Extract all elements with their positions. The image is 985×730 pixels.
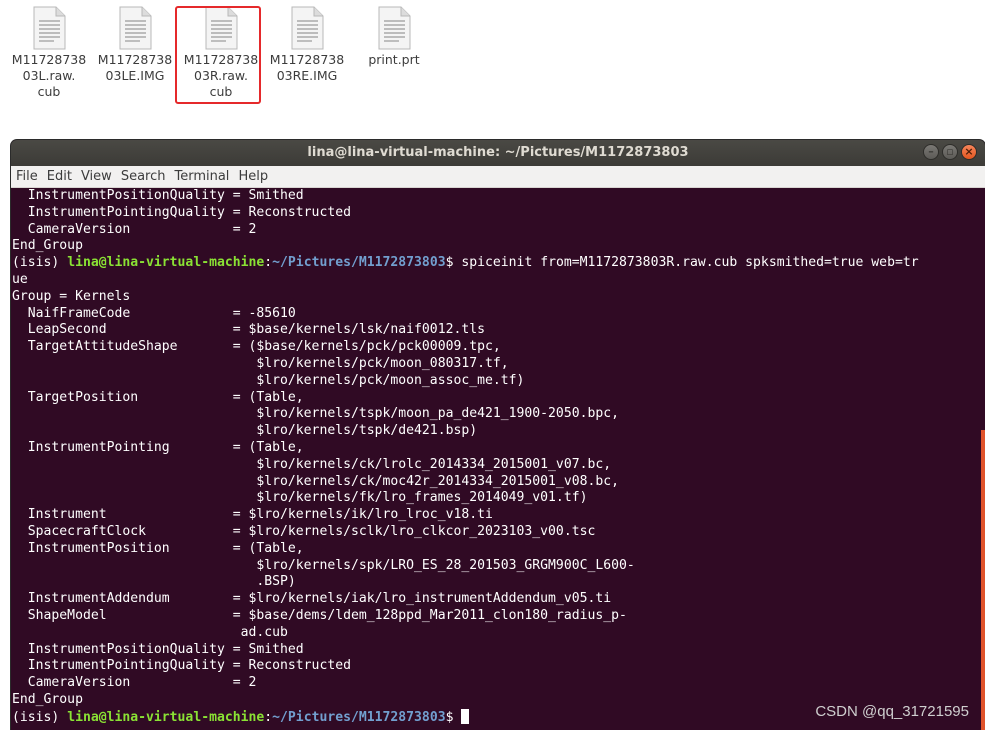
terminal-line: .BSP)	[12, 574, 296, 590]
terminal-menubar: File Edit View Search Terminal Help	[11, 166, 985, 188]
terminal-line: Group = Kernels	[12, 288, 131, 304]
terminal-line: InstrumentPosition = (Table,	[12, 540, 304, 556]
file-item[interactable]: print.prt	[353, 6, 435, 68]
terminal-line: ue	[12, 271, 28, 287]
file-name-label: M11728738 03RE.IMG	[269, 52, 345, 83]
terminal-window[interactable]: lina@lina-virtual-machine: ~/Pictures/M1…	[11, 140, 985, 730]
minimize-icon[interactable]: –	[923, 144, 939, 160]
terminal-line: End_Group	[12, 238, 83, 254]
window-title: lina@lina-virtual-machine: ~/Pictures/M1…	[307, 145, 689, 160]
menu-edit[interactable]: Edit	[47, 166, 77, 187]
terminal-line: $lro/kernels/ck/moc42r_2014334_2015001_v…	[12, 473, 619, 489]
prompt-env: (isis)	[12, 709, 68, 725]
terminal-line: TargetPosition = (Table,	[12, 389, 304, 405]
prompt-separator: :	[264, 709, 273, 725]
prompt-suffix: $	[445, 709, 462, 725]
terminal-line: InstrumentPositionQuality = Smithed	[12, 641, 304, 657]
terminal-line: CameraVersion = 2	[12, 221, 257, 237]
prompt-separator: :	[264, 255, 273, 271]
file-item[interactable]: M11728738 03L.raw. cub	[8, 6, 90, 100]
terminal-line: $lro/kernels/spk/LRO_ES_28_201503_GRGM90…	[12, 557, 635, 573]
terminal-line: $lro/kernels/tspk/moon_pa_de421_1900-205…	[12, 406, 619, 422]
menu-help[interactable]: Help	[238, 166, 273, 187]
file-item[interactable]: M11728738 03RE.IMG	[266, 6, 348, 84]
document-icon	[378, 6, 411, 50]
prompt-path: ~/Pictures/M1172873803	[272, 255, 446, 271]
document-icon	[291, 6, 324, 50]
window-controls: – ▫ ×	[923, 144, 977, 160]
terminal-line: NaifFrameCode = -85610	[12, 305, 296, 321]
file-name-label: M11728738 03L.raw. cub	[11, 52, 87, 99]
watermark: CSDN @qq_31721595	[815, 703, 969, 720]
terminal-titlebar[interactable]: lina@lina-virtual-machine: ~/Pictures/M1…	[11, 140, 985, 166]
scrollbar[interactable]	[981, 430, 985, 730]
menu-file[interactable]: File	[16, 166, 43, 187]
terminal-line: SpacecraftClock = $lro/kernels/sclk/lro_…	[12, 523, 596, 539]
terminal-line: CameraVersion = 2	[12, 675, 257, 691]
highlight-annotation	[175, 6, 261, 104]
terminal-line: $lro/kernels/ck/lrolc_2014334_2015001_v0…	[12, 456, 612, 472]
close-icon[interactable]: ×	[961, 144, 977, 160]
command-text: spiceinit from=M1172873803R.raw.cub spks…	[461, 255, 919, 271]
terminal-line: $lro/kernels/tspk/de421.bsp)	[12, 423, 478, 439]
terminal-line: $lro/kernels/pck/moon_assoc_me.tf)	[12, 372, 525, 388]
menu-view[interactable]: View	[81, 166, 117, 187]
terminal-line: ShapeModel = $base/dems/ldem_128ppd_Mar2…	[12, 607, 627, 623]
terminal-output[interactable]: InstrumentPositionQuality = Smithed Inst…	[11, 188, 985, 730]
desktop-file-area: M11728738 03L.raw. cub M11728738 03LE.IMG…	[0, 0, 985, 118]
file-name-label: M11728738 03LE.IMG	[97, 52, 173, 83]
prompt-suffix: $	[445, 255, 462, 271]
document-icon	[119, 6, 152, 50]
menu-terminal[interactable]: Terminal	[174, 166, 234, 187]
terminal-line: $lro/kernels/pck/moon_080317.tf,	[12, 355, 509, 371]
file-item[interactable]: M11728738 03LE.IMG	[94, 6, 176, 84]
maximize-icon[interactable]: ▫	[942, 144, 958, 160]
prompt-user: lina@lina-virtual-machine	[67, 709, 265, 725]
terminal-line: LeapSecond = $base/kernels/lsk/naif0012.…	[12, 322, 485, 338]
terminal-line: TargetAttitudeShape = ($base/kernels/pck…	[12, 339, 501, 355]
cursor	[461, 708, 470, 724]
terminal-line: $lro/kernels/fk/lro_frames_2014049_v01.t…	[12, 490, 588, 506]
terminal-line: InstrumentPointingQuality = Reconstructe…	[12, 658, 351, 674]
terminal-line: InstrumentPointing = (Table,	[12, 439, 304, 455]
menu-search[interactable]: Search	[121, 166, 171, 187]
document-icon	[33, 6, 66, 50]
prompt-env: (isis)	[12, 255, 68, 271]
terminal-line: InstrumentPositionQuality = Smithed	[12, 188, 304, 203]
prompt-user: lina@lina-virtual-machine	[67, 255, 265, 271]
prompt-line: (isis) lina@lina-virtual-machine:~/Pictu…	[12, 255, 973, 272]
terminal-line: Instrument = $lro/kernels/ik/lro_lroc_v1…	[12, 507, 493, 523]
file-name-label: print.prt	[368, 52, 420, 67]
terminal-line: InstrumentPointingQuality = Reconstructe…	[12, 204, 351, 220]
prompt-path: ~/Pictures/M1172873803	[272, 709, 446, 725]
terminal-line: InstrumentAddendum = $lro/kernels/iak/lr…	[12, 591, 612, 607]
terminal-line: ad.cub	[12, 624, 288, 640]
